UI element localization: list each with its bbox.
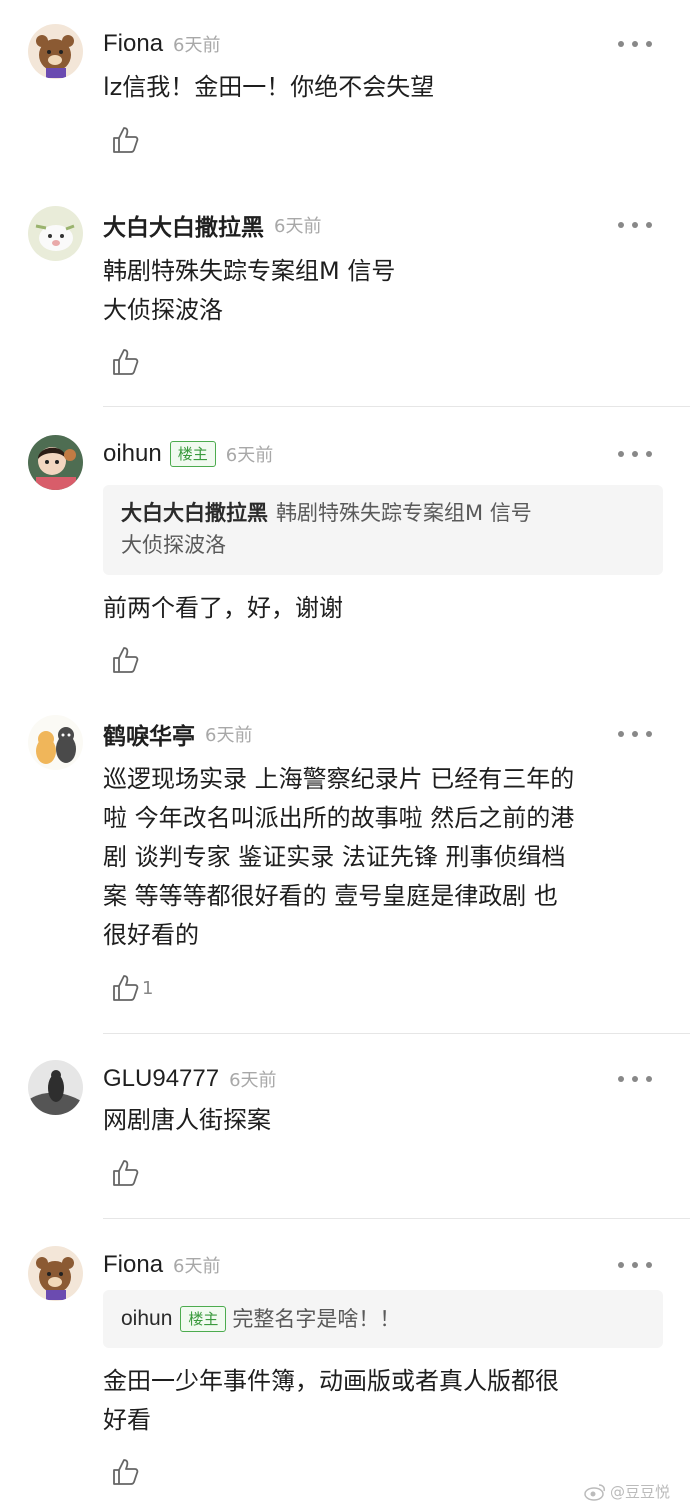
watermark-text: @豆豆悦 xyxy=(609,1483,670,1501)
username[interactable]: GLU94777 xyxy=(103,1065,219,1093)
like-button[interactable] xyxy=(110,645,140,675)
more-dots-icon[interactable] xyxy=(618,444,652,464)
more-dots-icon[interactable] xyxy=(618,724,652,744)
divider xyxy=(103,1033,690,1034)
timestamp: 6天前 xyxy=(173,1256,221,1277)
quoted-text: 完整名字是啥！！ xyxy=(232,1307,401,1331)
watermark: @豆豆悦 xyxy=(584,1481,670,1502)
comment-meta: Fiona 6天前 xyxy=(103,1248,221,1282)
more-dots-icon[interactable] xyxy=(618,1255,652,1275)
quoted-username: 大白大白撒拉黑 xyxy=(121,501,268,525)
comment-text: 网剧唐人街探案 xyxy=(103,1106,271,1134)
user-avatar[interactable] xyxy=(28,24,83,79)
weibo-icon xyxy=(584,1483,605,1501)
quote-text-line: 大白大白撒拉黑 韩剧特殊失踪专案组M 信号 大侦探波洛 xyxy=(121,497,645,561)
thumbs-up-icon xyxy=(113,647,139,673)
divider xyxy=(103,406,690,407)
thumbs-up-icon xyxy=(113,975,139,1001)
timestamp: 6天前 xyxy=(225,445,274,466)
comment-meta: oihun 楼主 6天前 xyxy=(103,437,273,471)
comment-text: lz信我！金田一！你绝不会失望 xyxy=(103,73,435,101)
quoted-username: oihun xyxy=(121,1307,173,1330)
more-dots-icon[interactable] xyxy=(618,34,652,54)
quoted-reply[interactable]: oihun 楼主 完整名字是啥！！ xyxy=(103,1290,663,1348)
username[interactable]: 鹤唳华亭 xyxy=(103,717,195,751)
like-button[interactable] xyxy=(110,1158,140,1188)
divider xyxy=(103,1218,690,1219)
comment-meta: GLU94777 6天前 xyxy=(103,1062,277,1096)
like-button[interactable] xyxy=(110,125,140,155)
quoted-reply[interactable]: 大白大白撒拉黑 韩剧特殊失踪专案组M 信号 大侦探波洛 xyxy=(103,485,663,575)
comment-text: 前两个看了，好，谢谢 xyxy=(103,594,343,622)
like-count: 1 xyxy=(142,977,154,999)
thumbs-up-icon xyxy=(113,1160,139,1186)
user-avatar[interactable] xyxy=(28,206,83,261)
comment-meta: 鹤唳华亭 6天前 xyxy=(103,717,252,751)
more-dots-icon[interactable] xyxy=(618,1069,652,1089)
like-button[interactable] xyxy=(110,347,140,377)
timestamp: 6天前 xyxy=(173,35,221,56)
username[interactable]: Fiona xyxy=(103,30,163,58)
user-avatar[interactable] xyxy=(28,1060,83,1115)
thumbs-up-icon xyxy=(113,127,139,153)
comment-text: 巡逻现场实录 上海警察纪录片 已经有三年的 啦 今年改名叫派出所的故事啦 然后之… xyxy=(103,765,575,949)
like-button[interactable]: 1 xyxy=(110,973,153,1003)
timestamp: 6天前 xyxy=(229,1070,277,1091)
like-button[interactable] xyxy=(110,1457,140,1487)
comment-text: 韩剧特殊失踪专案组M 信号 大侦探波洛 xyxy=(103,257,396,324)
timestamp: 6天前 xyxy=(205,725,253,746)
username[interactable]: 大白大白撒拉黑 xyxy=(103,208,264,242)
username[interactable]: Fiona xyxy=(103,1251,163,1279)
user-avatar[interactable] xyxy=(28,715,83,770)
op-badge: 楼主 xyxy=(169,441,216,467)
comment-meta: Fiona 6天前 xyxy=(103,27,221,61)
comment-text: 金田一少年事件簿，动画版或者真人版都很 好看 xyxy=(103,1367,559,1434)
username[interactable]: oihun xyxy=(103,440,162,468)
comment-meta: 大白大白撒拉黑 6天前 xyxy=(103,208,321,242)
more-dots-icon[interactable] xyxy=(618,215,652,235)
timestamp: 6天前 xyxy=(274,216,322,237)
user-avatar[interactable] xyxy=(28,1246,83,1301)
user-avatar[interactable] xyxy=(28,435,83,490)
thumbs-up-icon xyxy=(113,349,139,375)
thumbs-up-icon xyxy=(113,1459,139,1485)
op-badge: 楼主 xyxy=(180,1306,227,1332)
